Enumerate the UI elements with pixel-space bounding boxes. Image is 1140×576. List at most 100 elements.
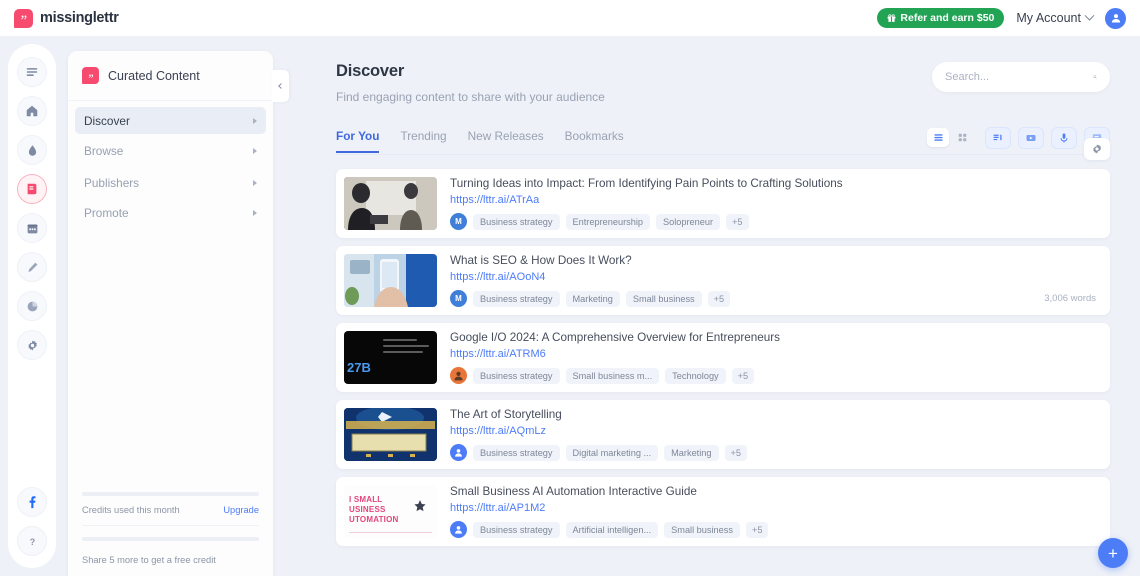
drip-icon-button[interactable] (17, 135, 47, 165)
tag-pill[interactable]: Small business (664, 521, 740, 538)
tag-pill[interactable]: Solopreneur (656, 213, 721, 230)
add-button[interactable] (1098, 538, 1128, 568)
card-url[interactable]: https://lttr.ai/AP1M2 (450, 502, 1102, 514)
home-icon-button[interactable] (17, 96, 47, 126)
author-avatar: M (450, 290, 467, 307)
top-bar: missinglettr Refer and earn $50 My Accou… (0, 0, 1140, 36)
brand-name: missinglettr (40, 10, 119, 26)
card-url[interactable]: https://lttr.ai/ATRM6 (450, 348, 1102, 360)
thumbnail-text: 27B (347, 360, 371, 375)
upgrade-link[interactable]: Upgrade (223, 505, 259, 515)
refer-and-earn-button[interactable]: Refer and earn $50 (877, 8, 1005, 28)
article-filter-button[interactable] (985, 126, 1011, 149)
brand-logo[interactable]: missinglettr (14, 8, 119, 28)
thumbnail (344, 254, 437, 307)
panel-header: Curated Content (68, 51, 273, 101)
credits-block: Credits used this month Upgrade (82, 481, 259, 515)
tab-bookmarks[interactable]: Bookmarks (565, 129, 624, 153)
avatar[interactable] (1105, 7, 1126, 29)
panel-title: Curated Content (108, 68, 200, 83)
search-box[interactable] (932, 62, 1110, 92)
tab-for-you[interactable]: For You (336, 129, 380, 153)
curated-content-icon-button[interactable] (17, 174, 47, 204)
chevron-right-icon (253, 117, 257, 124)
help-icon-button[interactable]: ? (17, 526, 47, 556)
missinglettr-logo-icon (14, 8, 33, 28)
more-tags-pill[interactable]: +5 (726, 213, 749, 230)
card-meta: M Business strategy Marketing Small busi… (450, 290, 1102, 307)
sidebar-item-label: Promote (84, 205, 129, 220)
list-item[interactable]: 27B Google I/O 2024: A Comprehensive Ove… (336, 323, 1110, 392)
video-filter-button[interactable] (1018, 126, 1044, 149)
settings-icon-button[interactable] (17, 330, 47, 360)
calendar-icon-button[interactable] (17, 213, 47, 243)
view-toggle (925, 126, 975, 149)
thumbnail-art (344, 177, 437, 230)
tag-pill[interactable]: Business strategy (473, 290, 560, 307)
card-url[interactable]: https://lttr.ai/ATrAa (450, 194, 1102, 206)
sidebar-item-discover[interactable]: Discover (75, 107, 266, 134)
facebook-icon-button[interactable] (17, 487, 47, 517)
card-meta: Business strategy Artificial intelligen.… (450, 521, 1102, 538)
gear-icon (27, 339, 37, 351)
sidebar-item-label: Publishers (84, 175, 140, 190)
author-avatar (450, 444, 467, 461)
list-item[interactable]: What is SEO & How Does It Work? https://… (336, 246, 1110, 315)
sidebar-item-browse[interactable]: Browse (75, 137, 266, 164)
my-account-menu[interactable]: My Account (1016, 10, 1095, 25)
tab-new-releases[interactable]: New Releases (468, 129, 544, 153)
more-tags-pill[interactable]: +5 (707, 290, 731, 307)
automation-icon (414, 500, 426, 512)
content-list: Turning Ideas into Impact: From Identify… (336, 169, 1110, 546)
more-tags-pill[interactable]: +5 (731, 367, 755, 384)
menu-icon (26, 68, 38, 76)
tag-pill[interactable]: Business strategy (473, 444, 560, 461)
list-view-button[interactable] (927, 128, 949, 147)
search-input[interactable] (945, 71, 1087, 83)
more-tags-pill[interactable]: +5 (724, 444, 747, 461)
card-body: Google I/O 2024: A Comprehensive Overvie… (450, 331, 1102, 384)
grid-view-icon (958, 133, 966, 142)
page-title: Discover (336, 62, 405, 80)
credits-used-label: Credits used this month (82, 505, 180, 515)
question-mark-icon: ? (29, 536, 34, 546)
more-tags-pill[interactable]: +5 (745, 521, 769, 538)
tag-pill[interactable]: Small business m... (565, 367, 660, 384)
list-settings-button[interactable] (1084, 138, 1110, 160)
tag-pill[interactable]: Entrepreneurship (565, 213, 650, 230)
card-title: Turning Ideas into Impact: From Identify… (450, 177, 843, 190)
tab-trending[interactable]: Trending (400, 129, 446, 153)
compose-icon-button[interactable] (17, 252, 47, 282)
tag-pill[interactable]: Marketing (565, 290, 620, 307)
grid-view-button[interactable] (951, 128, 973, 147)
thumbnail-text: I SMALL USINESS UTOMATION (349, 495, 399, 524)
list-item[interactable]: Turning Ideas into Impact: From Identify… (336, 169, 1110, 238)
tag-pill[interactable]: Business strategy (473, 521, 560, 538)
main-header: Discover Find engaging content to share … (336, 62, 1110, 104)
card-url[interactable]: https://lttr.ai/AQmLz (450, 425, 1102, 437)
tag-pill[interactable]: Digital marketing ... (565, 444, 659, 461)
menu-icon-button[interactable] (17, 57, 47, 87)
tag-pill[interactable]: Marketing (664, 444, 719, 461)
tag-pill[interactable]: Artificial intelligen... (565, 521, 659, 538)
tabs: For You Trending New Releases Bookmarks (336, 128, 624, 153)
sidebar-item-promote[interactable]: Promote (75, 199, 266, 226)
tag-pill[interactable]: Technology (665, 367, 726, 384)
thumbnail: 27B (344, 331, 437, 384)
toolbar-row: For You Trending New Releases Bookmarks (336, 126, 1110, 155)
video-filter-icon (1026, 134, 1036, 141)
tag-pill[interactable]: Business strategy (473, 213, 560, 230)
analytics-icon-button[interactable] (17, 291, 47, 321)
sidebar-item-publishers[interactable]: Publishers (75, 169, 266, 196)
list-item[interactable]: The Art of Storytelling https://lttr.ai/… (336, 400, 1110, 469)
list-item[interactable]: I SMALL USINESS UTOMATION Small Business A… (336, 477, 1110, 546)
card-title: What is SEO & How Does It Work? (450, 254, 632, 267)
tag-pill[interactable]: Business strategy (473, 367, 560, 384)
tag-pill[interactable]: Small business (625, 290, 702, 307)
podcast-filter-button[interactable] (1051, 126, 1077, 149)
share-credit-block: Share 5 more to get a free credit (82, 526, 259, 568)
article-filter-icon (993, 134, 1002, 140)
chevron-right-icon (253, 179, 257, 186)
card-url[interactable]: https://lttr.ai/AOoN4 (450, 271, 1102, 283)
collapse-sidebar-button[interactable] (272, 70, 289, 102)
